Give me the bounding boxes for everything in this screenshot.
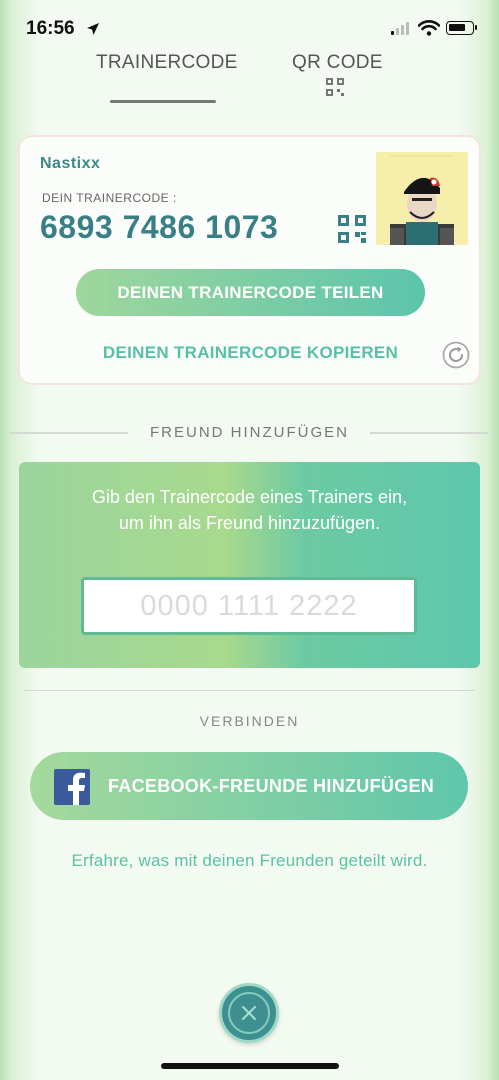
trainer-code-input[interactable] — [81, 577, 417, 635]
home-indicator[interactable] — [161, 1063, 339, 1069]
active-tab-indicator — [110, 100, 216, 103]
signal-icon — [391, 22, 409, 35]
add-friend-panel: Gib den Trainercode eines Trainers ein, … — [19, 462, 480, 668]
status-time: 16:56 — [26, 18, 75, 39]
connect-section-title: VERBINDEN — [199, 713, 300, 729]
wifi-icon — [418, 20, 440, 36]
facebook-button-label: FACEBOOK-FREUNDE HINZUFÜGEN — [108, 776, 435, 796]
trainer-code-label: DEIN TRAINERCODE : — [42, 191, 177, 205]
section-divider — [370, 432, 488, 434]
tab-qr-code[interactable]: QR CODE — [292, 52, 383, 74]
add-friend-instruction: Gib den Trainercode eines Trainers ein, … — [91, 487, 408, 533]
add-facebook-friends-button[interactable]: FACEBOOK-FREUNDE HINZUFÜGEN — [30, 752, 468, 820]
qr-code-icon[interactable] — [338, 215, 366, 243]
refresh-icon[interactable] — [442, 341, 470, 369]
copy-trainercode-link[interactable]: DEINEN TRAINERCODE KOPIEREN — [20, 343, 481, 363]
battery-icon — [446, 21, 477, 35]
close-button[interactable] — [219, 983, 279, 1043]
trainer-username: Nastixx — [40, 155, 101, 172]
qr-code-icon[interactable] — [326, 78, 344, 96]
sharing-info-link[interactable]: Erfahre, was mit deinen Freunden geteilt… — [0, 851, 499, 871]
trainer-avatar — [376, 152, 468, 245]
close-button-ring — [228, 992, 270, 1034]
trainer-code-value: 6893 7486 1073 — [40, 209, 279, 245]
status-bar: 16:56 — [0, 0, 499, 56]
tab-trainercode[interactable]: TRAINERCODE — [96, 52, 238, 74]
share-trainercode-button[interactable]: DEINEN TRAINERCODE TEILEN — [76, 269, 425, 316]
trainer-code-card: Nastixx DEIN TRAINERCODE : 6893 7486 107… — [18, 135, 481, 385]
section-divider — [24, 690, 475, 691]
close-icon — [242, 1006, 256, 1020]
location-arrow-icon — [87, 23, 99, 35]
facebook-icon — [54, 769, 90, 805]
